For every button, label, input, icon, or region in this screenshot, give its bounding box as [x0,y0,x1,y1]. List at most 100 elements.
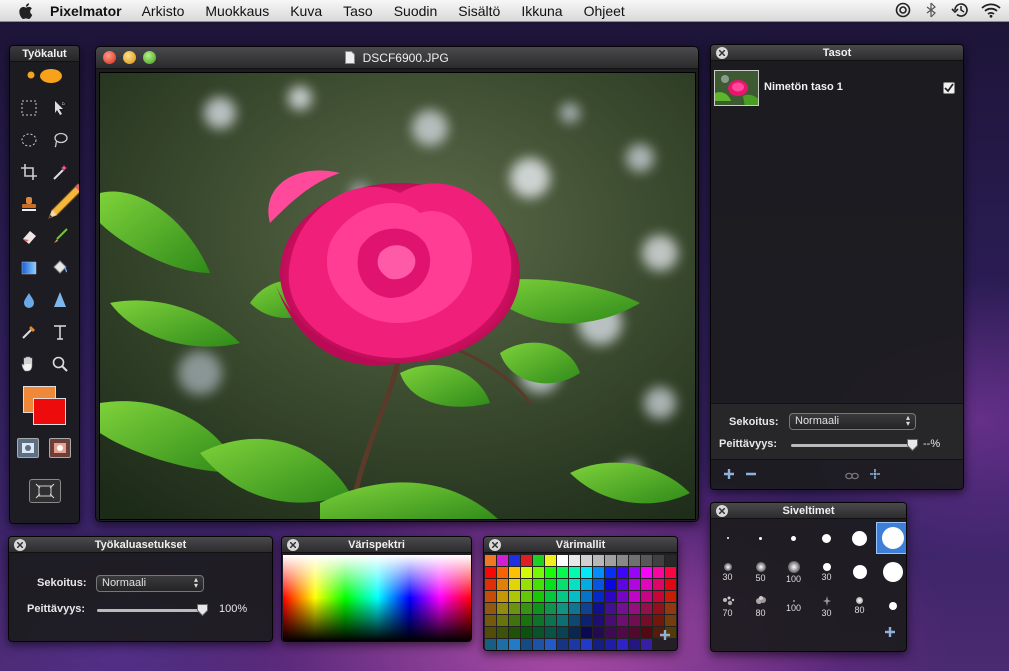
color-spectrum-picker[interactable] [283,555,471,641]
color-swatch[interactable] [521,603,533,615]
color-swatch[interactable] [533,615,545,627]
crop-tool-icon[interactable] [17,160,41,184]
color-swatch[interactable] [485,567,497,579]
color-swatch[interactable] [569,579,581,591]
color-swatch[interactable] [521,591,533,603]
brush-preset[interactable]: 30 [711,556,744,588]
color-swatch[interactable] [533,555,545,567]
color-swatch[interactable] [653,579,665,591]
color-swatch[interactable] [497,627,509,639]
color-swatch[interactable] [485,555,497,567]
eraser-tool-icon[interactable] [17,224,41,248]
brush-preset[interactable] [810,522,843,554]
link-layers-icon[interactable] [845,468,859,486]
menu-ohjeet[interactable]: Ohjeet [584,3,625,19]
color-swatch[interactable] [617,579,629,591]
color-swatch[interactable] [605,639,617,650]
color-swatch[interactable] [593,603,605,615]
color-swatch[interactable] [641,603,653,615]
brush-preset[interactable] [843,556,876,588]
color-swatch[interactable] [593,567,605,579]
color-swatch[interactable] [485,627,497,639]
color-swatch[interactable] [653,615,665,627]
color-swatch[interactable] [653,591,665,603]
clone-stamp-tool-icon[interactable] [17,192,41,216]
layer-visibility-checkbox[interactable] [943,82,955,94]
color-swatch[interactable] [605,555,617,567]
color-swatch[interactable] [497,603,509,615]
color-swatch[interactable] [557,603,569,615]
color-swatch[interactable] [581,627,593,639]
zoom-tool-icon[interactable] [48,352,72,376]
hand-tool-icon[interactable] [17,352,41,376]
color-swatch[interactable] [605,627,617,639]
color-swatch[interactable] [665,615,677,627]
brush-preset[interactable]: 50 [744,556,777,588]
brush-preset[interactable]: 30 [810,590,843,622]
layer-name[interactable]: Nimetön taso 1 [764,81,843,93]
color-swatch[interactable] [485,603,497,615]
bluetooth-status-icon[interactable] [923,2,939,18]
color-swatch[interactable] [581,555,593,567]
color-swatch[interactable] [545,579,557,591]
sharpen-tool-icon[interactable] [48,288,72,312]
brush-preset[interactable] [744,522,777,554]
color-swatch[interactable] [605,579,617,591]
color-swatch[interactable] [521,579,533,591]
brush-tool-icon[interactable] [48,224,72,248]
add-brush-icon[interactable] [884,625,896,643]
tool-settings-close-icon[interactable] [14,539,26,551]
sync-status-icon[interactable] [895,2,911,18]
color-swatch[interactable] [617,639,629,650]
color-swatch[interactable] [569,555,581,567]
color-swatch[interactable] [617,555,629,567]
color-swatch[interactable] [485,591,497,603]
paint-bucket-tool-icon[interactable] [48,256,72,280]
color-swatch[interactable] [605,591,617,603]
quick-mask-mode-icon[interactable] [49,438,71,458]
brushes-close-icon[interactable] [716,505,728,517]
color-swatch[interactable] [545,639,557,650]
tool-blend-select[interactable]: Normaali ▴ ▾ [96,575,204,592]
color-swatch[interactable] [641,579,653,591]
brush-preset[interactable] [843,522,876,554]
standard-mode-icon[interactable] [17,438,39,458]
color-swatch[interactable] [617,591,629,603]
color-swatch[interactable] [641,615,653,627]
color-swatch[interactable] [593,639,605,650]
color-swatch[interactable] [569,627,581,639]
color-swatch[interactable] [641,639,653,650]
color-swatch[interactable] [581,591,593,603]
brush-preset[interactable] [777,522,810,554]
color-swatch[interactable] [665,603,677,615]
color-swatch[interactable] [617,567,629,579]
color-swatch[interactable] [509,627,521,639]
color-swatch[interactable] [665,591,677,603]
time-machine-icon[interactable] [951,2,969,18]
color-swatch[interactable] [545,567,557,579]
color-swatch[interactable] [533,627,545,639]
color-swatch[interactable] [665,579,677,591]
color-swatch[interactable] [629,555,641,567]
color-swatch[interactable] [497,555,509,567]
spectrum-close-icon[interactable] [287,539,299,551]
brush-preset[interactable]: 100 [777,556,810,588]
color-swatch[interactable] [497,639,509,650]
layers-opacity-slider[interactable] [791,444,913,447]
color-swatch[interactable] [509,615,521,627]
color-swatch[interactable] [617,615,629,627]
color-swatch[interactable] [581,603,593,615]
wifi-icon[interactable] [981,2,1001,18]
gradient-tool-icon[interactable] [17,256,41,280]
color-swatch[interactable] [557,591,569,603]
fullscreen-icon[interactable] [29,479,61,503]
apple-menu-icon[interactable] [18,2,34,19]
tool-opacity-slider[interactable] [97,609,205,612]
color-swatch[interactable] [521,567,533,579]
color-swatch[interactable] [557,639,569,650]
color-swatch[interactable] [629,579,641,591]
background-color-swatch[interactable] [33,398,66,425]
lasso-tool-icon[interactable] [48,128,72,152]
color-swatch[interactable] [509,579,521,591]
color-swatch[interactable] [533,591,545,603]
